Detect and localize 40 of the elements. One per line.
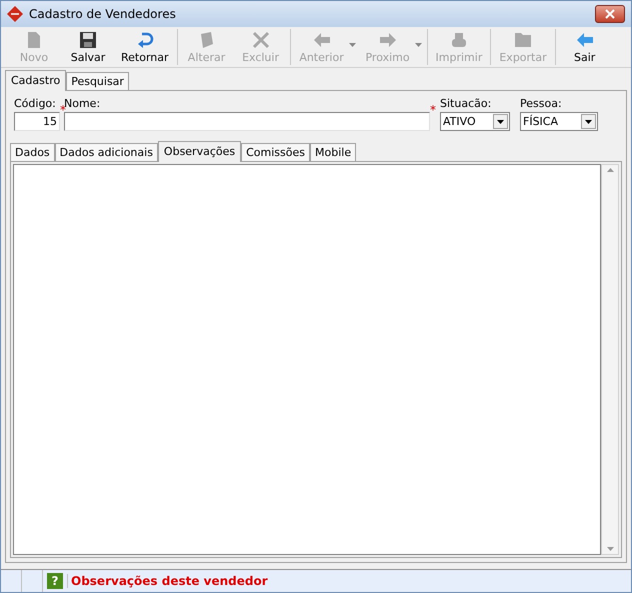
field-label: Código: xyxy=(14,97,57,110)
toolbar-button[interactable]: Retornar xyxy=(115,29,175,65)
field-label: Nome: xyxy=(64,97,102,110)
tab[interactable]: Cadastro xyxy=(5,70,66,91)
dropdown-button[interactable] xyxy=(581,114,596,129)
name-field[interactable] xyxy=(64,112,430,131)
notes-field[interactable] xyxy=(13,164,601,555)
dropdown-button[interactable] xyxy=(493,114,508,129)
tab[interactable]: Dados xyxy=(10,143,55,162)
tab[interactable]: Pesquisar xyxy=(66,72,129,91)
tab[interactable]: Comissões xyxy=(241,143,310,162)
person-type-dropdown[interactable]: FÍSICA xyxy=(520,112,598,131)
field-label: Situacão: xyxy=(440,97,492,110)
close-button[interactable] xyxy=(595,5,625,23)
scroll-up-icon[interactable] xyxy=(606,168,614,172)
app-logo-icon xyxy=(7,6,23,22)
right-arrow-icon xyxy=(378,30,398,48)
required-mark: * xyxy=(60,103,66,117)
caret-icon xyxy=(497,120,504,124)
code-field[interactable]: 15 xyxy=(14,112,60,131)
scroll-down-icon[interactable] xyxy=(606,547,614,551)
dropdown-caret-icon xyxy=(348,43,356,47)
status-dropdown[interactable]: ATIVO xyxy=(440,112,510,131)
scrollbar[interactable] xyxy=(601,164,619,555)
left-arrow-icon xyxy=(574,30,595,48)
help-icon: ? xyxy=(47,573,63,589)
tab[interactable]: Dados adicionais xyxy=(54,143,158,162)
close-icon xyxy=(605,9,615,19)
left-arrow-icon xyxy=(312,30,332,48)
tab[interactable]: Observações xyxy=(158,141,242,162)
field-label: Pessoa: xyxy=(520,97,563,110)
tab[interactable]: Mobile xyxy=(310,143,356,162)
x-icon xyxy=(250,30,271,48)
dropdown-caret-icon xyxy=(414,43,422,47)
toolbar-button[interactable]: Sair xyxy=(558,29,612,65)
window-title: Cadastro de Vendedores xyxy=(29,7,177,21)
status-message: Observações deste vendedor xyxy=(67,574,268,588)
caret-icon xyxy=(585,120,592,124)
toolbar-button[interactable]: Salvar xyxy=(61,29,115,65)
required-mark: * xyxy=(430,103,436,117)
